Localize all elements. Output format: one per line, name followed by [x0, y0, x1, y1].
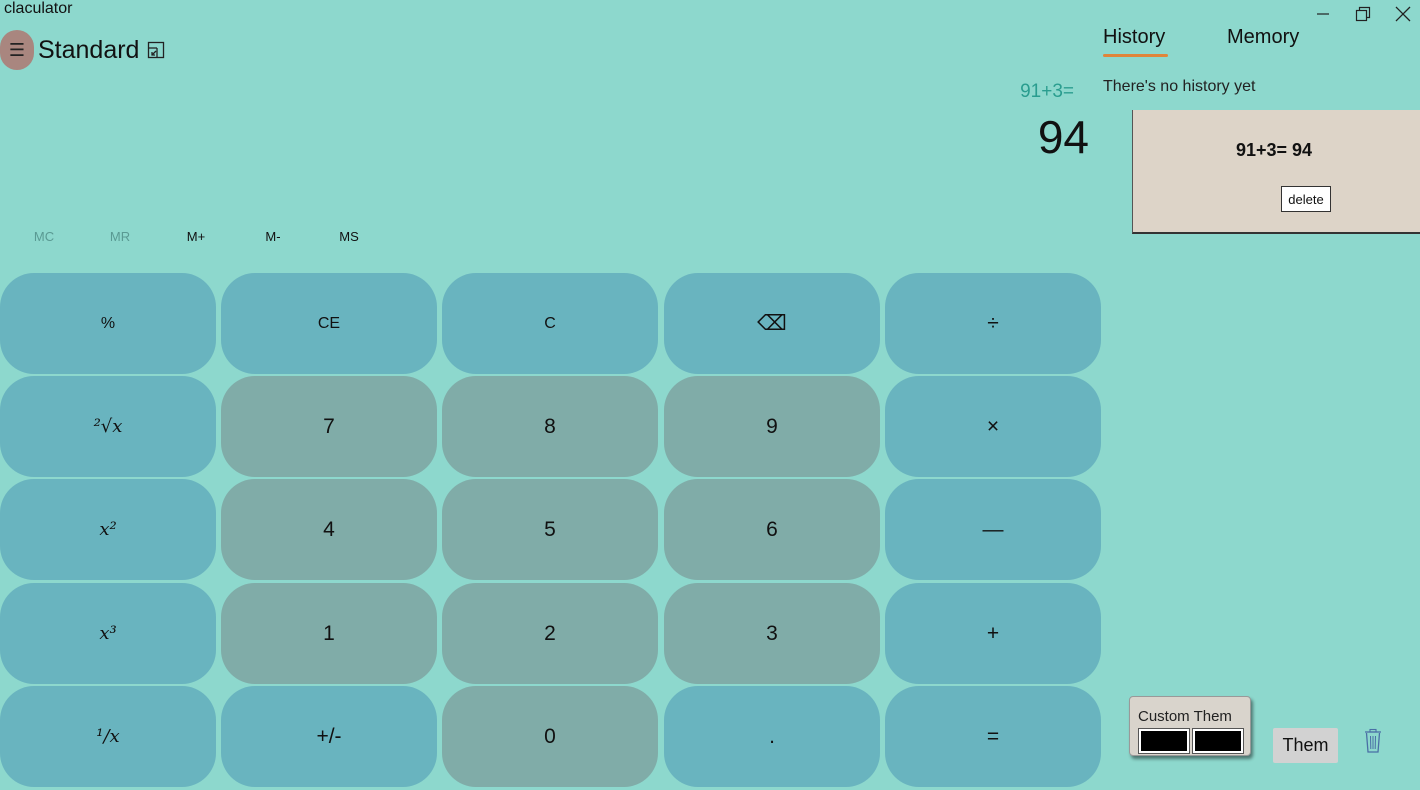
key-label: ⌫ — [757, 312, 787, 335]
square-key[interactable]: x² — [0, 479, 216, 580]
key-label: ²√x — [93, 416, 123, 437]
key-label: 6 — [766, 517, 778, 541]
keep-on-top-icon — [147, 41, 165, 59]
theme-color-swatch-2[interactable] — [1192, 728, 1244, 754]
close-button[interactable] — [1388, 2, 1418, 26]
digit-1-key[interactable]: 1 — [221, 583, 437, 684]
memory-m-plus-button[interactable]: M+ — [166, 226, 226, 248]
key-label: 9 — [766, 414, 778, 438]
percent-key[interactable]: % — [0, 273, 216, 374]
digit-0-key[interactable]: 0 — [442, 686, 658, 787]
key-label: CE — [317, 314, 341, 332]
key-label: 0 — [544, 724, 556, 748]
digit-7-key[interactable]: 7 — [221, 376, 437, 477]
window-title: claculator — [4, 0, 73, 17]
key-label: + — [986, 621, 1000, 645]
hamburger-menu-button[interactable]: ☰ — [0, 30, 34, 70]
key-label: % — [100, 314, 116, 332]
key-label: 8 — [544, 414, 556, 438]
key-label: 5 — [544, 517, 556, 541]
trash-icon — [1365, 728, 1381, 753]
expression-display: 91+3= — [1020, 81, 1074, 102]
digit-4-key[interactable]: 4 — [221, 479, 437, 580]
key-label: 7 — [323, 414, 335, 438]
mode-title: Standard — [38, 36, 140, 64]
key-label: 4 — [323, 517, 335, 541]
digit-8-key[interactable]: 8 — [442, 376, 658, 477]
key-label: x² — [99, 519, 117, 540]
digit-9-key[interactable]: 9 — [664, 376, 880, 477]
key-label: +/- — [316, 724, 342, 748]
key-label: C — [544, 314, 556, 332]
clear-entry-key[interactable]: CE — [221, 273, 437, 374]
theme-color-swatch-1[interactable] — [1138, 728, 1190, 754]
digit-3-key[interactable]: 3 — [664, 583, 880, 684]
negate-key[interactable]: +/- — [221, 686, 437, 787]
memory-mr-button[interactable]: MR — [90, 226, 150, 248]
key-label: — — [982, 517, 1004, 541]
memory-mc-button[interactable]: MC — [14, 226, 74, 248]
key-label: . — [769, 724, 775, 748]
hamburger-icon: ☰ — [8, 39, 26, 60]
backspace-key[interactable]: ⌫ — [664, 273, 880, 374]
minimize-icon — [1317, 13, 1329, 15]
memory-m-minus-button[interactable]: M- — [243, 226, 303, 248]
custom-theme-label: Custom Them — [1138, 708, 1232, 725]
history-item[interactable]: 91+3= 94 delete — [1132, 110, 1420, 234]
key-label: x³ — [99, 623, 117, 644]
tab-history[interactable]: History — [1103, 26, 1165, 49]
active-tab-indicator — [1103, 54, 1168, 57]
delete-history-button[interactable]: delete — [1281, 186, 1331, 212]
divide-key[interactable]: ÷ — [885, 273, 1101, 374]
key-label: 3 — [766, 621, 778, 645]
result-display: 94 — [1037, 111, 1089, 163]
digit-2-key[interactable]: 2 — [442, 583, 658, 684]
reciprocal-key[interactable]: ¹/x — [0, 686, 216, 787]
digit-6-key[interactable]: 6 — [664, 479, 880, 580]
memory-ms-button[interactable]: MS — [319, 226, 379, 248]
clear-key[interactable]: C — [442, 273, 658, 374]
digit-5-key[interactable]: 5 — [442, 479, 658, 580]
minimize-button[interactable] — [1308, 2, 1338, 26]
subtract-key[interactable]: — — [885, 479, 1101, 580]
key-label: = — [986, 724, 1000, 748]
add-key[interactable]: + — [885, 583, 1101, 684]
key-label: 1 — [323, 621, 335, 645]
key-label: × — [986, 414, 1000, 438]
restore-icon — [1355, 6, 1371, 22]
history-entry-text: 91+3= 94 — [1235, 140, 1313, 160]
key-label: 2 — [544, 621, 556, 645]
theme-button[interactable]: Them — [1273, 728, 1338, 763]
key-label: ¹/x — [96, 726, 120, 747]
decimal-key[interactable]: . — [664, 686, 880, 787]
close-icon — [1395, 6, 1411, 22]
cube-key[interactable]: x³ — [0, 583, 216, 684]
custom-theme-panel: Custom Them — [1129, 696, 1251, 756]
square-root-key[interactable]: ²√x — [0, 376, 216, 477]
keep-on-top-button[interactable] — [146, 40, 166, 60]
clear-history-button[interactable] — [1363, 728, 1383, 754]
empty-history-message: There's no history yet — [1103, 78, 1256, 95]
multiply-key[interactable]: × — [885, 376, 1101, 477]
tab-memory[interactable]: Memory — [1227, 26, 1299, 49]
equals-key[interactable]: = — [885, 686, 1101, 787]
restore-button[interactable] — [1348, 2, 1378, 26]
key-label: ÷ — [987, 311, 999, 335]
